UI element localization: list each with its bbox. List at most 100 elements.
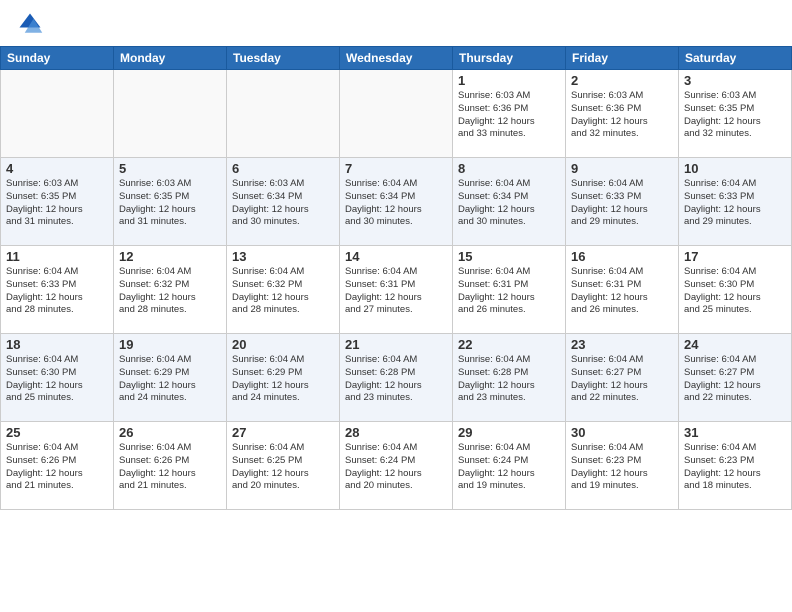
day-number: 8 <box>458 161 560 176</box>
day-info: Sunrise: 6:04 AM Sunset: 6:29 PM Dayligh… <box>119 354 221 405</box>
calendar-cell: 23 Sunrise: 6:04 AM Sunset: 6:27 PM Dayli… <box>566 334 679 422</box>
day-number: 15 <box>458 249 560 264</box>
calendar-table: SundayMondayTuesdayWednesdayThursdayFrid… <box>0 46 792 510</box>
logo <box>16 10 48 38</box>
day-info: Sunrise: 6:04 AM Sunset: 6:27 PM Dayligh… <box>684 354 786 405</box>
calendar-cell: 2 Sunrise: 6:03 AM Sunset: 6:36 PM Daylig… <box>566 70 679 158</box>
day-number: 26 <box>119 425 221 440</box>
day-info: Sunrise: 6:04 AM Sunset: 6:23 PM Dayligh… <box>684 442 786 493</box>
day-number: 16 <box>571 249 673 264</box>
weekday-header-thursday: Thursday <box>453 47 566 70</box>
day-number: 22 <box>458 337 560 352</box>
calendar-cell: 28Sunrise: 6:04 AM Sunset: 6:24 PM Dayli… <box>340 422 453 510</box>
day-number: 9 <box>571 161 673 176</box>
day-number: 21 <box>345 337 447 352</box>
calendar-week-row: 1 Sunrise: 6:03 AM Sunset: 6:36 PM Daylig… <box>1 70 792 158</box>
day-number: 4 <box>6 161 108 176</box>
calendar-cell: 10 Sunrise: 6:04 AM Sunset: 6:33 PM Dayli… <box>679 158 792 246</box>
day-info: Sunrise: 6:04 AM Sunset: 6:34 PM Dayligh… <box>458 178 560 229</box>
day-info: Sunrise: 6:04 AM Sunset: 6:30 PM Dayligh… <box>684 266 786 317</box>
day-number: 1 <box>458 73 560 88</box>
calendar-cell: 7 Sunrise: 6:04 AM Sunset: 6:34 PM Daylig… <box>340 158 453 246</box>
calendar-cell: 8 Sunrise: 6:04 AM Sunset: 6:34 PM Daylig… <box>453 158 566 246</box>
calendar-cell: 22 Sunrise: 6:04 AM Sunset: 6:28 PM Dayli… <box>453 334 566 422</box>
weekday-header-row: SundayMondayTuesdayWednesdayThursdayFrid… <box>1 47 792 70</box>
weekday-header-friday: Friday <box>566 47 679 70</box>
day-info: Sunrise: 6:04 AM Sunset: 6:31 PM Dayligh… <box>571 266 673 317</box>
weekday-header-saturday: Saturday <box>679 47 792 70</box>
day-info: Sunrise: 6:04 AM Sunset: 6:31 PM Dayligh… <box>345 266 447 317</box>
weekday-header-monday: Monday <box>114 47 227 70</box>
calendar-week-row: 11Sunrise: 6:04 AM Sunset: 6:33 PM Dayli… <box>1 246 792 334</box>
calendar-cell: 20Sunrise: 6:04 AM Sunset: 6:29 PM Dayli… <box>227 334 340 422</box>
day-number: 10 <box>684 161 786 176</box>
calendar-cell: 27 Sunrise: 6:04 AM Sunset: 6:25 PM Dayli… <box>227 422 340 510</box>
day-info: Sunrise: 6:03 AM Sunset: 6:35 PM Dayligh… <box>6 178 108 229</box>
calendar-cell: 29Sunrise: 6:04 AM Sunset: 6:24 PM Dayli… <box>453 422 566 510</box>
day-number: 7 <box>345 161 447 176</box>
day-number: 6 <box>232 161 334 176</box>
day-info: Sunrise: 6:03 AM Sunset: 6:35 PM Dayligh… <box>684 90 786 141</box>
calendar-week-row: 4 Sunrise: 6:03 AM Sunset: 6:35 PM Daylig… <box>1 158 792 246</box>
day-number: 23 <box>571 337 673 352</box>
day-info: Sunrise: 6:04 AM Sunset: 6:33 PM Dayligh… <box>6 266 108 317</box>
day-info: Sunrise: 6:03 AM Sunset: 6:34 PM Dayligh… <box>232 178 334 229</box>
day-number: 14 <box>345 249 447 264</box>
weekday-header-sunday: Sunday <box>1 47 114 70</box>
day-info: Sunrise: 6:04 AM Sunset: 6:25 PM Dayligh… <box>232 442 334 493</box>
calendar-cell: 16 Sunrise: 6:04 AM Sunset: 6:31 PM Dayli… <box>566 246 679 334</box>
calendar-cell: 5 Sunrise: 6:03 AM Sunset: 6:35 PM Daylig… <box>114 158 227 246</box>
day-info: Sunrise: 6:04 AM Sunset: 6:34 PM Dayligh… <box>345 178 447 229</box>
day-number: 12 <box>119 249 221 264</box>
day-info: Sunrise: 6:04 AM Sunset: 6:23 PM Dayligh… <box>571 442 673 493</box>
logo-icon <box>16 10 44 38</box>
calendar-cell: 14 Sunrise: 6:04 AM Sunset: 6:31 PM Dayli… <box>340 246 453 334</box>
calendar-cell: 12 Sunrise: 6:04 AM Sunset: 6:32 PM Dayli… <box>114 246 227 334</box>
day-number: 31 <box>684 425 786 440</box>
calendar-cell: 15 Sunrise: 6:04 AM Sunset: 6:31 PM Dayli… <box>453 246 566 334</box>
day-number: 24 <box>684 337 786 352</box>
day-info: Sunrise: 6:03 AM Sunset: 6:36 PM Dayligh… <box>571 90 673 141</box>
day-number: 27 <box>232 425 334 440</box>
day-info: Sunrise: 6:04 AM Sunset: 6:29 PM Dayligh… <box>232 354 334 405</box>
calendar-cell: 11Sunrise: 6:04 AM Sunset: 6:33 PM Dayli… <box>1 246 114 334</box>
calendar-cell: 9 Sunrise: 6:04 AM Sunset: 6:33 PM Daylig… <box>566 158 679 246</box>
calendar-cell: 21 Sunrise: 6:04 AM Sunset: 6:28 PM Dayli… <box>340 334 453 422</box>
day-info: Sunrise: 6:04 AM Sunset: 6:30 PM Dayligh… <box>6 354 108 405</box>
day-info: Sunrise: 6:04 AM Sunset: 6:24 PM Dayligh… <box>458 442 560 493</box>
day-info: Sunrise: 6:04 AM Sunset: 6:31 PM Dayligh… <box>458 266 560 317</box>
day-info: Sunrise: 6:04 AM Sunset: 6:26 PM Dayligh… <box>6 442 108 493</box>
calendar-cell: 19 Sunrise: 6:04 AM Sunset: 6:29 PM Dayli… <box>114 334 227 422</box>
calendar-cell: 24 Sunrise: 6:04 AM Sunset: 6:27 PM Dayli… <box>679 334 792 422</box>
weekday-header-tuesday: Tuesday <box>227 47 340 70</box>
day-info: Sunrise: 6:03 AM Sunset: 6:35 PM Dayligh… <box>119 178 221 229</box>
day-info: Sunrise: 6:03 AM Sunset: 6:36 PM Dayligh… <box>458 90 560 141</box>
calendar-cell <box>227 70 340 158</box>
calendar-cell <box>340 70 453 158</box>
day-info: Sunrise: 6:04 AM Sunset: 6:28 PM Dayligh… <box>345 354 447 405</box>
calendar-week-row: 25 Sunrise: 6:04 AM Sunset: 6:26 PM Dayli… <box>1 422 792 510</box>
calendar-week-row: 18Sunrise: 6:04 AM Sunset: 6:30 PM Dayli… <box>1 334 792 422</box>
day-number: 30 <box>571 425 673 440</box>
calendar-cell: 4 Sunrise: 6:03 AM Sunset: 6:35 PM Daylig… <box>1 158 114 246</box>
day-info: Sunrise: 6:04 AM Sunset: 6:33 PM Dayligh… <box>571 178 673 229</box>
day-info: Sunrise: 6:04 AM Sunset: 6:24 PM Dayligh… <box>345 442 447 493</box>
day-info: Sunrise: 6:04 AM Sunset: 6:27 PM Dayligh… <box>571 354 673 405</box>
day-number: 5 <box>119 161 221 176</box>
day-info: Sunrise: 6:04 AM Sunset: 6:32 PM Dayligh… <box>119 266 221 317</box>
calendar-cell: 26Sunrise: 6:04 AM Sunset: 6:26 PM Dayli… <box>114 422 227 510</box>
calendar-cell: 30 Sunrise: 6:04 AM Sunset: 6:23 PM Dayli… <box>566 422 679 510</box>
day-info: Sunrise: 6:04 AM Sunset: 6:28 PM Dayligh… <box>458 354 560 405</box>
day-info: Sunrise: 6:04 AM Sunset: 6:32 PM Dayligh… <box>232 266 334 317</box>
calendar-cell: 18Sunrise: 6:04 AM Sunset: 6:30 PM Dayli… <box>1 334 114 422</box>
calendar-cell: 13 Sunrise: 6:04 AM Sunset: 6:32 PM Dayli… <box>227 246 340 334</box>
calendar-cell: 1 Sunrise: 6:03 AM Sunset: 6:36 PM Daylig… <box>453 70 566 158</box>
day-number: 25 <box>6 425 108 440</box>
calendar-cell: 6 Sunrise: 6:03 AM Sunset: 6:34 PM Daylig… <box>227 158 340 246</box>
weekday-header-wednesday: Wednesday <box>340 47 453 70</box>
day-number: 17 <box>684 249 786 264</box>
day-info: Sunrise: 6:04 AM Sunset: 6:33 PM Dayligh… <box>684 178 786 229</box>
day-number: 2 <box>571 73 673 88</box>
day-number: 13 <box>232 249 334 264</box>
day-number: 19 <box>119 337 221 352</box>
